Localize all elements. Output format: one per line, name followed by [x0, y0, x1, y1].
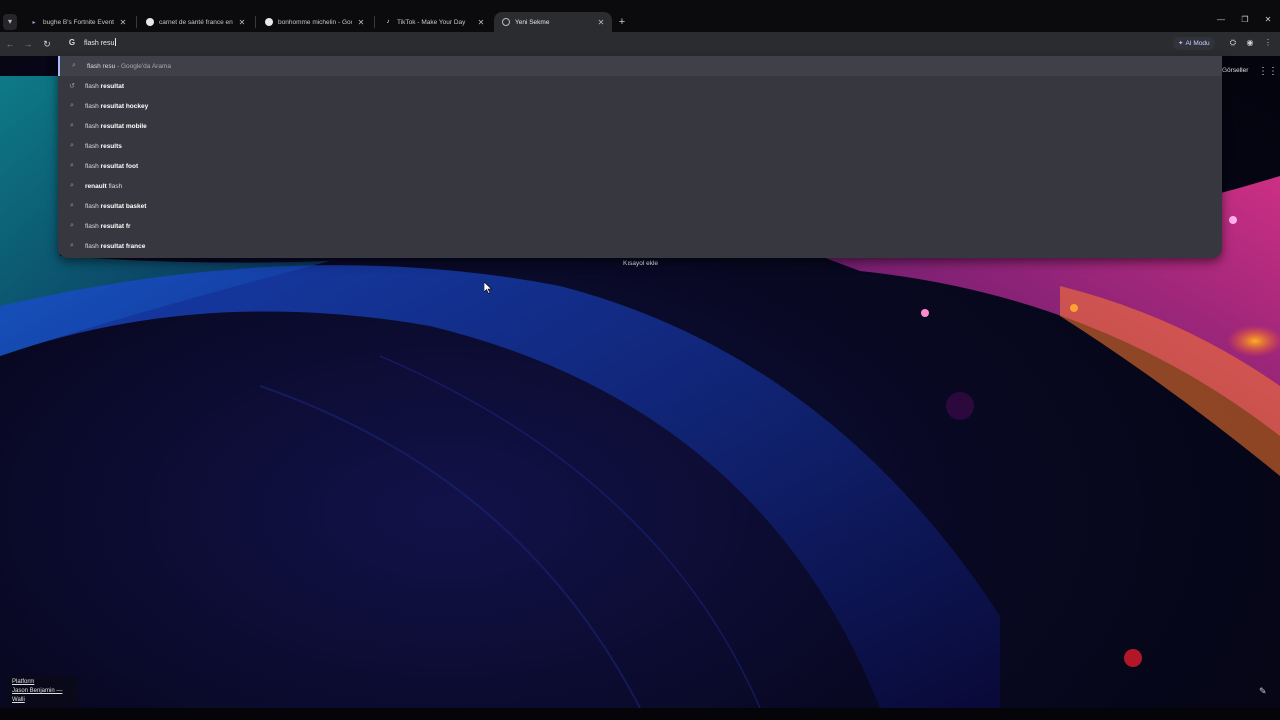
sparkle-icon: ✦	[1178, 40, 1184, 47]
close-icon[interactable]: ✕	[237, 18, 247, 27]
suggestion-typed: flash	[85, 242, 101, 250]
google-icon	[146, 18, 154, 26]
suggestion-item[interactable]: ⌕ flash resultat basket	[58, 196, 1222, 216]
close-icon[interactable]: ✕	[596, 18, 606, 27]
search-icon: ⌕	[70, 142, 74, 149]
tab-separator	[255, 16, 256, 28]
suggestion-completion: resultat hockey	[100, 102, 149, 110]
suggestion-completion: renault	[85, 182, 107, 190]
tiktok-icon: ♪	[386, 19, 390, 25]
new-tab-button[interactable]: +	[615, 15, 629, 29]
forward-arrow-icon[interactable]: →	[21, 37, 35, 51]
ai-mode-label: AI Modu	[1185, 40, 1210, 47]
reload-icon[interactable]: ↻	[40, 37, 54, 51]
tab-strip: ▾ ▸ bughe B's Fortnite Events - Fort ✕ c…	[0, 0, 1280, 32]
tab-yeni-sekme[interactable]: Yeni Sekme ✕	[494, 12, 612, 32]
suggestion-typed: flash resu	[87, 62, 116, 70]
images-link[interactable]: Görseller	[1222, 67, 1248, 74]
google-icon	[265, 18, 273, 26]
mouse-pointer-icon	[484, 282, 492, 294]
browser-window: Görseller ⋮⋮⋮ Kısayol ekle ▾ ▸ bughe B's…	[0, 0, 1280, 720]
search-icon: ⌕	[70, 242, 74, 249]
history-icon: ↺	[69, 83, 75, 90]
suggestion-completion: resultat basket	[100, 202, 147, 210]
tab-title: bughe B's Fortnite Events - Fort	[43, 18, 114, 26]
tab-carnet-de-sante[interactable]: carnet de santé france enfant - ✕	[138, 12, 253, 32]
omnibox-suggestions: ⌕ flash resu - Google'da Arama ↺ flash r…	[58, 56, 1222, 258]
tab-separator	[374, 16, 375, 28]
chrome-icon	[502, 18, 510, 26]
menu-kebab-icon[interactable]: ⋮	[1262, 37, 1274, 49]
suggestion-item[interactable]: ⌕ flash results	[58, 136, 1222, 156]
customize-pencil-icon[interactable]: ✎	[1259, 686, 1267, 697]
search-icon: ⌕	[70, 182, 74, 189]
close-icon[interactable]: ✕	[476, 18, 486, 27]
suggestion-completion: results	[100, 142, 122, 150]
suggestion-typed: flash	[85, 162, 101, 170]
suggestion-typed: flash	[85, 202, 101, 210]
tab-bonhomme-michelin[interactable]: bonhomme michelin - Google - ✕	[257, 12, 372, 32]
ai-mode-button[interactable]: ✦ AI Modu	[1173, 37, 1215, 50]
suggestion-item[interactable]: ⌕ flash resultat mobile	[58, 116, 1222, 136]
fortnite-icon: ▸	[32, 19, 36, 26]
close-icon[interactable]: ✕	[118, 18, 128, 27]
tab-title: carnet de santé france enfant -	[159, 18, 233, 26]
tab-tiktok[interactable]: ♪ TikTok - Make Your Day ✕	[376, 12, 492, 32]
back-arrow-icon[interactable]: ←	[3, 37, 17, 51]
suggestion-completion: resultat fr	[100, 222, 131, 230]
search-icon: ⌕	[70, 222, 74, 229]
tab-title: Yeni Sekme	[515, 18, 550, 26]
credit-line-2: Jason Benjamin — Walli	[12, 688, 63, 703]
search-icon: ⌕	[70, 202, 74, 209]
omnibox-value: flash resu	[84, 40, 115, 47]
window-close-icon[interactable]: ✕	[1262, 15, 1274, 24]
suggestion-item[interactable]: ⌕ flash resultat hockey	[58, 96, 1222, 116]
minimize-icon[interactable]: —	[1215, 15, 1227, 24]
credit-line-1: Platform	[12, 679, 35, 685]
close-icon[interactable]: ✕	[356, 18, 366, 27]
suggestion-item[interactable]: ⌕ flash resultat fr	[58, 216, 1222, 236]
wallpaper-credit[interactable]: Platform Jason Benjamin — Walli	[8, 676, 78, 707]
add-shortcut-button[interactable]: Kısayol ekle	[623, 260, 658, 267]
search-engine-icon: G	[68, 38, 76, 47]
search-icon: ⌕	[70, 122, 74, 129]
suggestion-completion: resultat foot	[100, 162, 139, 170]
extensions-icon[interactable]: ⛭	[1227, 37, 1239, 49]
tab-search-button[interactable]: ▾	[3, 14, 17, 30]
apps-grid-icon[interactable]: ⋮⋮⋮	[1258, 66, 1280, 77]
suggestion-typed: flash	[85, 222, 101, 230]
suggestion-completion: resultat france	[100, 242, 146, 250]
tab-title: TikTok - Make Your Day	[397, 18, 466, 26]
suggestion-suffix: flash	[106, 182, 123, 190]
suggestion-item[interactable]: ⌕ flash resu - Google'da Arama	[58, 56, 1222, 76]
suggestion-completion: resultat mobile	[100, 122, 147, 130]
browser-toolbar: ← → ↻	[0, 32, 1280, 56]
suggestion-item[interactable]: ↺ flash resultat	[58, 76, 1222, 96]
suggestion-completion: resultat	[100, 82, 125, 90]
tab-separator	[136, 16, 137, 28]
search-icon: ⌕	[72, 62, 76, 69]
profile-icon[interactable]: ◉	[1244, 37, 1256, 49]
suggestion-typed: flash	[85, 142, 101, 150]
suggestion-item[interactable]: ⌕ flash resultat foot	[58, 156, 1222, 176]
text-caret	[115, 38, 117, 46]
suggestion-item[interactable]: ⌕ renault flash	[58, 176, 1222, 196]
tab-title: bonhomme michelin - Google -	[278, 18, 352, 26]
suggestion-suffix: - Google'da Arama	[115, 62, 171, 70]
restore-icon[interactable]: ❐	[1239, 15, 1251, 24]
suggestion-typed: flash	[85, 102, 101, 110]
suggestion-typed: flash	[85, 122, 101, 130]
bottom-letterbox	[0, 708, 1280, 720]
suggestion-item[interactable]: ⌕ flash resultat france	[58, 236, 1222, 256]
suggestion-typed: flash	[85, 82, 101, 90]
omnibox-input[interactable]: flash resu	[84, 38, 117, 47]
tab-fortnite[interactable]: ▸ bughe B's Fortnite Events - Fort ✕	[22, 12, 134, 32]
search-icon: ⌕	[70, 102, 74, 109]
search-icon: ⌕	[70, 162, 74, 169]
